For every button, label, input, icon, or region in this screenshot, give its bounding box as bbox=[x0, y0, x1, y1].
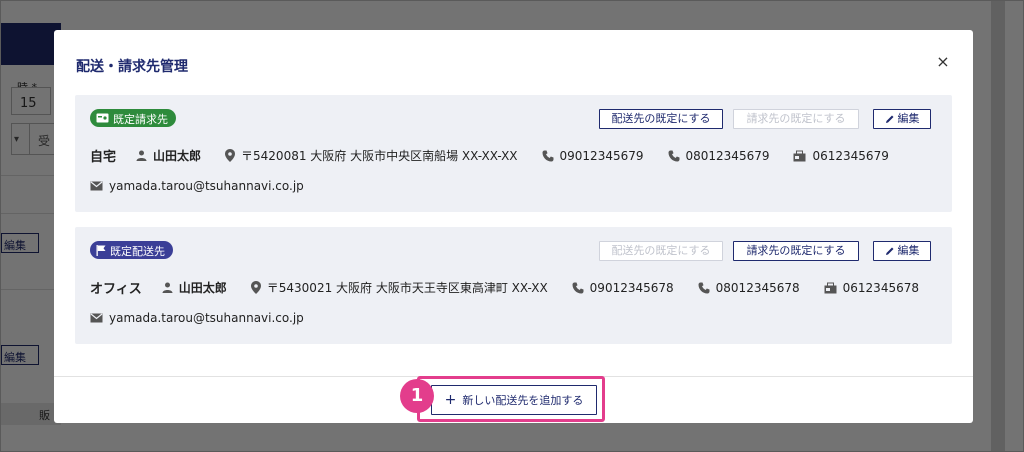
person-icon bbox=[162, 282, 173, 293]
place-label: オフィス bbox=[90, 282, 142, 297]
set-default-billing-button[interactable]: 請求先の既定にする bbox=[733, 241, 859, 261]
address: 〒5430021 大阪府 大阪市天王寺区東高津町 XX-XX bbox=[250, 279, 548, 296]
phone-2: 08012345678 bbox=[698, 281, 800, 295]
fax: 0612345678 bbox=[824, 281, 919, 295]
address-details-row: 自宅 山田太郎 〒5420081 大阪府 大阪市中央区南船場 XX-XX-XX … bbox=[90, 146, 913, 166]
recipient-name: 山田太郎 bbox=[162, 279, 227, 296]
add-button-label: 新しい配送先を追加する bbox=[462, 394, 584, 407]
location-pin-icon bbox=[250, 281, 261, 294]
phone-icon bbox=[572, 282, 584, 293]
phone-1: 09012345679 bbox=[542, 149, 644, 163]
place-label: 自宅 bbox=[90, 150, 117, 165]
fax-icon bbox=[824, 282, 837, 293]
email-row: yamada.tarou@tsuhannavi.co.jp bbox=[90, 311, 328, 325]
set-default-shipping-button[interactable]: 配送先の既定にする bbox=[599, 241, 723, 261]
edit-button[interactable]: 編集 bbox=[873, 241, 931, 261]
edit-button[interactable]: 編集 bbox=[873, 109, 931, 129]
close-button[interactable]: × bbox=[931, 50, 955, 74]
address-card-office: 既定配送先 配送先の既定にする 請求先の既定にする 編集 オフィス 山田太郎 〒… bbox=[75, 227, 952, 344]
address-card-home: 既定請求先 配送先の既定にする 請求先の既定にする 編集 自宅 山田太郎 〒54… bbox=[75, 95, 952, 212]
badge-label: 既定請求先 bbox=[113, 113, 168, 126]
add-shipping-address-button[interactable]: + 新しい配送先を追加する bbox=[431, 385, 597, 415]
phone-icon bbox=[698, 282, 710, 293]
pencil-icon bbox=[885, 247, 893, 255]
address-details-row: オフィス 山田太郎 〒5430021 大阪府 大阪市天王寺区東高津町 XX-XX… bbox=[90, 278, 943, 298]
step-number-badge: 1 bbox=[400, 379, 434, 413]
plus-icon: + bbox=[444, 392, 457, 408]
mail-icon bbox=[90, 313, 103, 323]
default-shipping-badge: 既定配送先 bbox=[90, 241, 173, 259]
set-default-billing-button[interactable]: 請求先の既定にする bbox=[733, 109, 859, 129]
set-default-shipping-button[interactable]: 配送先の既定にする bbox=[599, 109, 723, 129]
flag-icon bbox=[96, 245, 106, 256]
address-management-modal: 配送・請求先管理 × 既定請求先 配送先の既定にする 請求先の既定にする 編集 … bbox=[54, 30, 973, 423]
recipient-name: 山田太郎 bbox=[136, 147, 201, 164]
edit-label: 編集 bbox=[897, 244, 920, 257]
pencil-icon bbox=[885, 115, 893, 123]
billing-icon bbox=[96, 113, 109, 123]
email: yamada.tarou@tsuhannavi.co.jp bbox=[90, 311, 304, 325]
mail-icon bbox=[90, 181, 103, 191]
person-icon bbox=[136, 150, 147, 161]
phone-2: 08012345679 bbox=[668, 149, 769, 163]
location-pin-icon bbox=[225, 149, 236, 162]
fax: 0612345679 bbox=[793, 149, 889, 163]
email-row: yamada.tarou@tsuhannavi.co.jp bbox=[90, 179, 328, 193]
address: 〒5420081 大阪府 大阪市中央区南船場 XX-XX-XX bbox=[225, 147, 518, 164]
modal-title: 配送・請求先管理 bbox=[76, 59, 188, 75]
badge-label: 既定配送先 bbox=[110, 245, 165, 258]
email: yamada.tarou@tsuhannavi.co.jp bbox=[90, 179, 304, 193]
phone-1: 09012345678 bbox=[572, 281, 674, 295]
phone-icon bbox=[542, 150, 554, 161]
fax-icon bbox=[793, 150, 806, 161]
phone-icon bbox=[668, 150, 679, 161]
default-billing-badge: 既定請求先 bbox=[90, 109, 176, 127]
edit-label: 編集 bbox=[897, 112, 920, 125]
